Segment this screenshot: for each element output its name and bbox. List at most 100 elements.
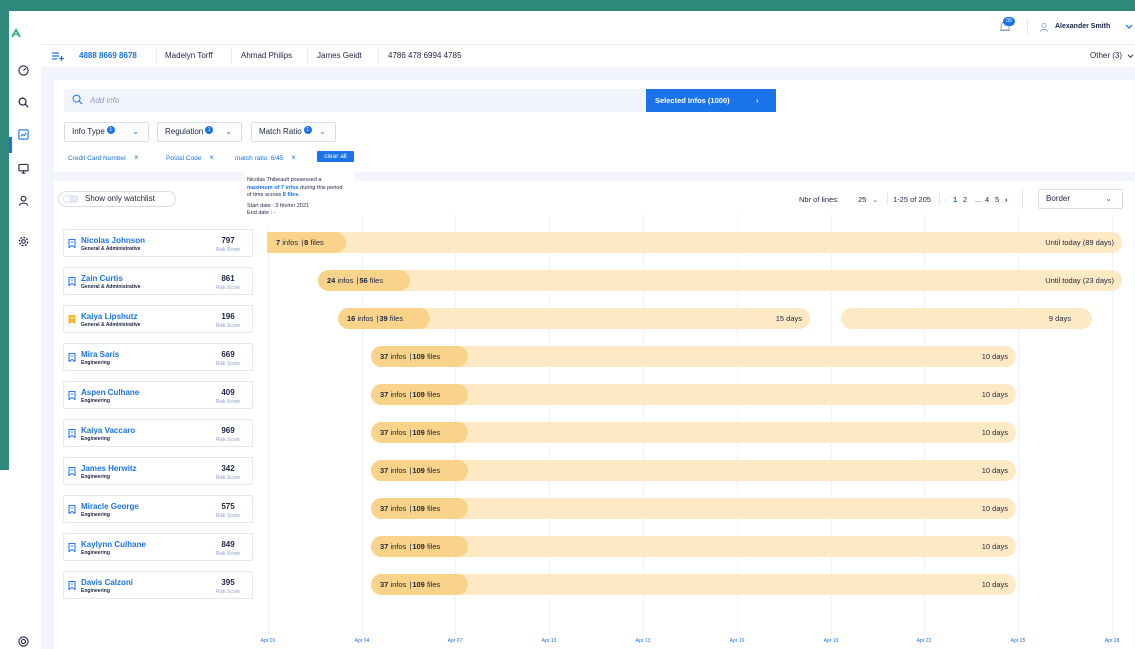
risk-score-label: Risk Score [215, 285, 241, 291]
search-nav-icon[interactable] [18, 97, 29, 108]
close-icon[interactable]: × [209, 153, 214, 162]
bookmark-icon[interactable] [68, 353, 76, 362]
employee-row[interactable]: Kaiya Lipshutz General & Administrative 19… [63, 305, 253, 333]
next-page-icon[interactable]: › [1005, 195, 1008, 204]
tab-bar: 4888 8669 8678 Madelyn Torff Ahmad Phili… [41, 45, 1135, 67]
risk-score: 196 [221, 312, 235, 321]
employee-name[interactable]: Kaiya Lipshutz [81, 312, 137, 321]
employee-row[interactable]: Kaiya Vaccaro Engineering 969 Risk Score [63, 419, 253, 447]
page-link[interactable]: 1 [953, 195, 957, 204]
lines-per-page-select[interactable]: 25 [858, 195, 866, 204]
employee-row[interactable]: Aspen Culhane Engineering 409 Risk Score [63, 381, 253, 409]
pagination-divider [939, 192, 940, 205]
help-icon[interactable] [18, 636, 29, 647]
tab-other[interactable]: Other (3) [1090, 51, 1122, 60]
files-unit: files [426, 352, 441, 361]
info-type-label: Info Type [72, 127, 105, 136]
bookmark-icon[interactable] [68, 429, 76, 438]
regulation-count: 1 [205, 126, 214, 134]
chevron-down-icon[interactable]: ⌄ [872, 195, 878, 204]
chip-label: match ratio: 6/45 [235, 155, 284, 162]
employee-name[interactable]: Miracle George [81, 502, 139, 511]
filter-chip[interactable]: Credit Card Number × [68, 153, 139, 162]
employee-name[interactable]: Kaiya Vaccaro [81, 426, 135, 435]
employee-name[interactable]: Aspen Culhane [81, 388, 139, 397]
bookmark-icon[interactable] [68, 277, 76, 286]
top-header [41, 11, 1135, 45]
employee-row[interactable]: Kaylynn Culhane Engineering 849 Risk Score [63, 533, 253, 561]
search-placeholder: Add info [90, 96, 120, 105]
infos-files-pill[interactable]: 37 infos |109 files [371, 346, 468, 367]
infos-count: 16 [347, 314, 356, 323]
employee-name[interactable]: Mira Saris [81, 350, 119, 359]
tab-2[interactable]: Madelyn Torff [165, 51, 213, 60]
tab-3[interactable]: Ahmad Philips [241, 51, 292, 60]
page-link[interactable]: 5 [995, 195, 999, 204]
pagination-range: 1-25 of 205 [893, 195, 931, 204]
bookmark-icon[interactable] [68, 467, 76, 476]
bookmark-icon[interactable] [68, 391, 76, 400]
dashboard-icon[interactable] [18, 65, 29, 76]
employee-row[interactable]: James Herwitz Engineering 342 Risk Score [63, 457, 253, 485]
infos-count: 24 [327, 276, 336, 285]
filter-chip[interactable]: Postal Code × [166, 153, 214, 162]
infos-files-pill[interactable]: 37 infos |109 files [371, 536, 468, 557]
employee-row[interactable]: Davis Calzoni Engineering 395 Risk Score [63, 571, 253, 599]
infos-files-pill[interactable]: 37 infos |109 files [371, 422, 468, 443]
page-link[interactable]: 2 [963, 195, 967, 204]
infos-files-pill[interactable]: 37 infos |109 files [371, 498, 468, 519]
risk-score: 342 [221, 464, 235, 473]
page-link[interactable]: 4 [985, 195, 989, 204]
border-select[interactable]: Border ⌄ [1038, 189, 1123, 209]
employee-name[interactable]: Nicolas Johnson [81, 236, 145, 245]
tab-4[interactable]: James Geidt [317, 51, 362, 60]
employee-name[interactable]: Zain Curtis [81, 274, 123, 283]
employee-department: Engineering [81, 436, 110, 442]
user-name[interactable]: Alexander Smith [1055, 23, 1110, 30]
prev-page-icon[interactable]: ‹ [944, 195, 947, 204]
bookmark-icon[interactable] [68, 505, 76, 514]
chip-label: Postal Code [166, 155, 202, 162]
tooltip-text: . [298, 192, 300, 198]
employee-row[interactable]: Zain Curtis General & Administrative 861 Ri… [63, 267, 253, 295]
match-ratio-dropdown[interactable]: Match Ratio 1 ⌄ [251, 122, 336, 142]
employee-name[interactable]: James Herwitz [81, 464, 137, 473]
infos-count: 7 [276, 238, 281, 247]
employee-row[interactable]: Mira Saris Engineering 669 Risk Score [63, 343, 253, 371]
monitor-icon[interactable] [18, 163, 29, 174]
infos-files-pill[interactable]: 7 infos |8 files [267, 232, 346, 253]
axis-label: Apr 01 [260, 638, 276, 644]
selected-infos-button[interactable]: Selected Infos (1000) › [646, 89, 776, 112]
user-avatar-icon[interactable] [1039, 22, 1049, 32]
infos-files-pill[interactable]: 37 infos |109 files [371, 574, 468, 595]
duration-label: Until today (23 days) [1045, 276, 1114, 285]
user-nav-icon[interactable] [18, 195, 29, 206]
employee-row[interactable]: Miracle George Engineering 575 Risk Score [63, 495, 253, 523]
infos-files-pill[interactable]: 37 infos |109 files [371, 460, 468, 481]
info-type-dropdown[interactable]: Info Type 1 ⌄ [64, 122, 149, 142]
close-icon[interactable]: × [291, 153, 296, 162]
regulation-dropdown[interactable]: Regulation 1 ⌄ [157, 122, 242, 142]
analytics-icon[interactable] [18, 129, 29, 140]
other-tabs-chevron-icon[interactable] [1127, 54, 1134, 59]
user-menu-chevron-icon[interactable] [1125, 24, 1133, 30]
infos-files-pill[interactable]: 24 infos |56 files [318, 270, 410, 291]
close-icon[interactable]: × [134, 153, 139, 162]
infos-files-pill[interactable]: 16 infos |39 files [338, 308, 430, 329]
filter-chip[interactable]: match ratio: 6/45 × [235, 153, 296, 162]
employee-name[interactable]: Kaylynn Culhane [81, 540, 146, 549]
infos-files-pill[interactable]: 37 infos |109 files [371, 384, 468, 405]
clear-all-button[interactable]: clear all [317, 151, 354, 162]
watchlist-toggle[interactable]: Show only watchlist [58, 191, 176, 207]
bookmark-icon[interactable] [68, 315, 76, 324]
tab-1[interactable]: 4888 8669 8678 [79, 51, 137, 60]
settings-icon[interactable] [18, 236, 29, 247]
tab-5[interactable]: 4786 478 6994 4785 [388, 51, 461, 60]
bookmark-icon[interactable] [68, 581, 76, 590]
employee-name[interactable]: Davis Calzoni [81, 578, 133, 587]
employee-row[interactable]: Nicolas Johnson General & Administrative 7… [63, 229, 253, 257]
search-input[interactable] [64, 89, 646, 112]
bookmark-icon[interactable] [68, 239, 76, 248]
bookmark-icon[interactable] [68, 543, 76, 552]
selected-infos-label: Selected Infos (1000) [655, 96, 730, 105]
